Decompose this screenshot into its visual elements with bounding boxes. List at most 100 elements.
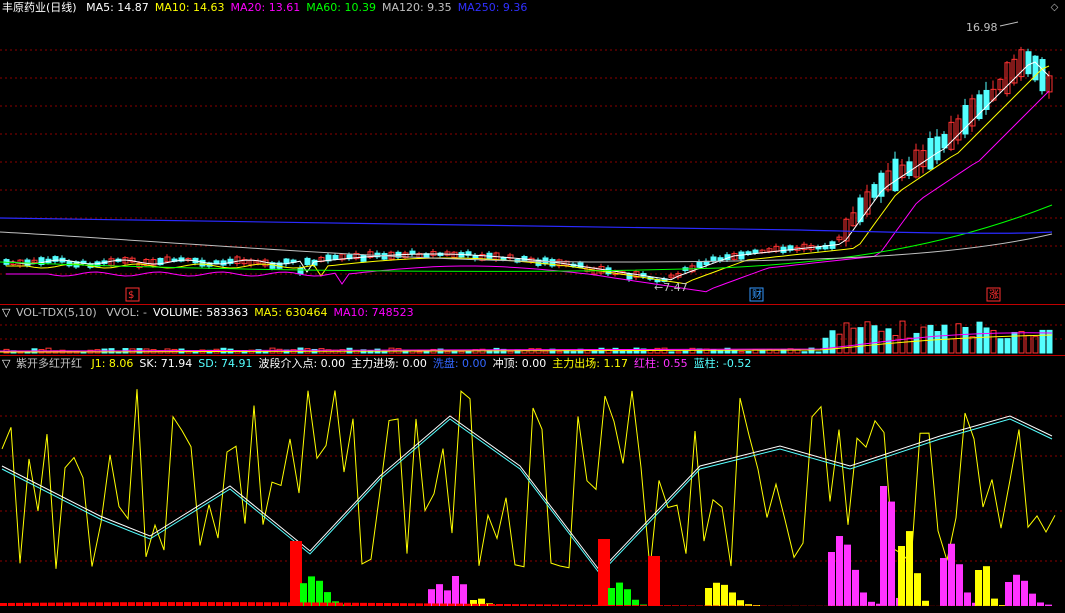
candle <box>332 254 339 260</box>
volume-bar <box>815 351 822 354</box>
baseline-bars <box>128 602 135 606</box>
baseline-bars <box>216 602 223 606</box>
green-histogram <box>616 582 623 606</box>
volume-bar <box>927 324 934 354</box>
volume-bar <box>465 350 472 354</box>
baseline-bars <box>544 604 551 606</box>
vol-value-3: MA10: 748523 <box>333 306 414 319</box>
baseline-bars <box>352 602 359 606</box>
volume-bar <box>1018 330 1025 354</box>
volume-bar <box>934 331 941 354</box>
baseline-bars <box>72 602 79 606</box>
yellow-histogram <box>975 570 982 606</box>
baseline-bars <box>56 602 63 606</box>
yellow-histogram <box>721 584 728 606</box>
indicator-chart[interactable] <box>0 356 1065 613</box>
yellow-histogram <box>713 582 720 606</box>
magenta-histogram <box>888 501 895 606</box>
volume-bar <box>997 338 1004 354</box>
candle <box>710 256 717 262</box>
volume-bar <box>899 320 906 354</box>
baseline-bars <box>536 604 543 606</box>
magenta-histogram <box>880 486 887 606</box>
baseline-bars <box>704 605 711 606</box>
baseline-bars <box>672 605 679 606</box>
dropdown-icon[interactable]: ▽ <box>2 306 10 319</box>
volume-bar <box>745 351 752 354</box>
magenta-histogram <box>1013 574 1020 606</box>
volume-bar <box>801 351 808 354</box>
yellow-histogram <box>906 531 913 606</box>
volume-bar <box>843 322 850 354</box>
baseline-bars <box>344 602 351 606</box>
magenta-histogram <box>836 536 843 606</box>
ma-value-2: MA20: 13.61 <box>230 1 301 14</box>
vol-value-2: MA5: 630464 <box>254 306 328 319</box>
baseline-bars <box>432 603 439 606</box>
baseline-bars <box>552 604 559 606</box>
candlestick-chart[interactable]: 16.98 ←7.47 $ 财 涨 <box>0 0 1065 305</box>
baseline-bars <box>48 602 55 606</box>
baseline-bars <box>496 604 503 606</box>
high-price-label: 16.98 <box>966 21 998 34</box>
volume-bar <box>948 338 955 354</box>
dropdown-icon[interactable]: ▽ <box>2 357 10 370</box>
ind-value-9: 蓝柱: -0.52 <box>693 357 752 370</box>
baseline-bars <box>328 602 335 606</box>
candle <box>626 273 633 280</box>
baseline-bars <box>360 602 367 606</box>
baseline-bars <box>592 604 599 606</box>
vol-value-1: VOLUME: 583363 <box>152 306 249 319</box>
magenta-histogram <box>940 558 947 606</box>
baseline-bars <box>376 602 383 606</box>
baseline-bars <box>632 605 639 606</box>
baseline-bars <box>144 602 151 606</box>
volume-bar <box>381 351 388 354</box>
candle <box>1039 59 1046 92</box>
magenta-histogram <box>868 601 875 606</box>
volume-bar <box>990 329 997 354</box>
price-panel[interactable]: 16.98 ←7.47 $ 财 涨 丰原药业(日线) MA5: 14.87 MA10: 1… <box>0 0 1065 305</box>
baseline-bars <box>384 603 391 606</box>
candle <box>871 184 878 198</box>
collapse-panel-icon[interactable]: ◇ <box>1049 2 1060 13</box>
ind-value-3: 波段介入点: 0.00 <box>258 357 346 370</box>
baseline-bars <box>192 602 199 606</box>
ind-value-4: 主力进场: 0.00 <box>351 357 427 370</box>
stock-title: 丰原药业(日线) <box>2 1 77 14</box>
yellow-histogram <box>922 600 929 606</box>
baseline-bars <box>440 603 447 606</box>
baseline-bars <box>320 602 327 606</box>
baseline-bars <box>0 603 7 606</box>
volume-bar <box>1039 329 1046 354</box>
volume-bar <box>857 327 864 354</box>
magenta-histogram <box>452 576 459 606</box>
event-marker: 涨 <box>989 289 999 301</box>
high-arrow <box>999 21 1019 27</box>
volume-bar <box>626 350 633 354</box>
volume-bar <box>675 351 682 354</box>
volume-panel[interactable]: ▽ VOL-TDX(5,10) VVOL: - VOLUME: 583363 MA5… <box>0 305 1065 356</box>
candle <box>409 250 416 255</box>
volume-bar <box>962 326 969 354</box>
candle <box>1025 51 1032 75</box>
ma250-line <box>0 217 1053 234</box>
baseline-bars <box>16 602 23 606</box>
volume-bar <box>507 350 514 354</box>
indicator-title[interactable]: 紫开多红开红 <box>16 357 82 370</box>
candle <box>213 260 220 264</box>
volume-bar <box>822 337 829 354</box>
ma-value-1: MA10: 14.63 <box>154 1 225 14</box>
ind-value-1: SK: 71.94 <box>139 357 193 370</box>
indicator-panel[interactable]: ▽ 紫开多红开红 J1: 8.06 SK: 71.94 SD: 74.91 波段介入点… <box>0 356 1065 613</box>
ma-value-3: MA60: 10.39 <box>306 1 376 14</box>
magenta-histogram <box>1045 604 1052 606</box>
baseline-bars <box>640 605 647 606</box>
low-price-label: ←7.47 <box>654 281 688 294</box>
magenta-histogram <box>860 592 867 606</box>
yellow-histogram <box>737 600 744 606</box>
volume-indicator-title[interactable]: VOL-TDX(5,10) <box>16 306 97 319</box>
volume-bar <box>682 350 689 354</box>
baseline-bars <box>176 602 183 606</box>
magenta-histogram <box>948 543 955 606</box>
